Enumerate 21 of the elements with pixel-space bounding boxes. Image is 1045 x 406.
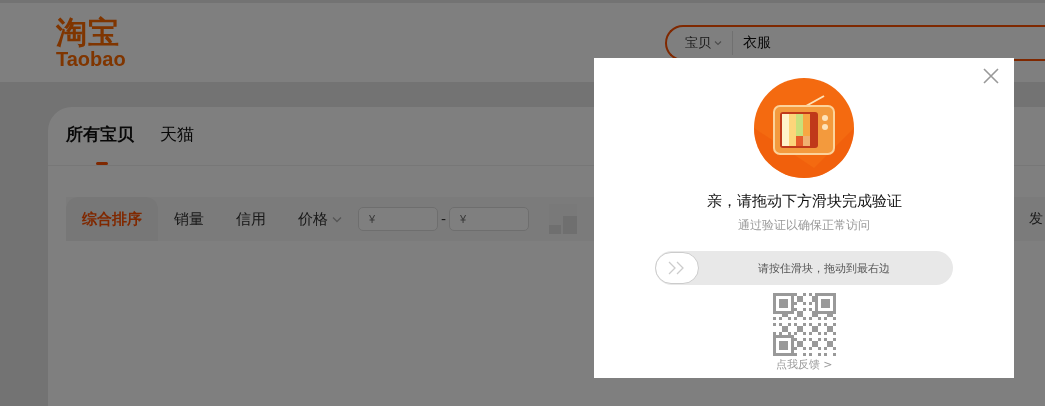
dialog-subtitle: 通过验证以确保正常访问 <box>738 217 870 234</box>
price-separator: - <box>441 211 447 227</box>
close-icon[interactable] <box>983 68 999 84</box>
tab[interactable]: 天猫 <box>160 123 194 165</box>
dialog-title: 亲，请拖动下方滑块完成验证 <box>706 192 902 211</box>
slider-handle[interactable] <box>655 252 699 284</box>
feedback-link[interactable]: 点我反馈 > <box>775 357 833 372</box>
caret-icon <box>714 40 722 46</box>
qr-code <box>772 293 836 356</box>
search-query: 衣服 <box>742 34 771 52</box>
category-select[interactable]: 宝贝 <box>667 31 733 55</box>
filter-label: 发 <box>1029 210 1043 228</box>
slider-hint: 请按住滑块，拖动到最右边 <box>757 260 890 276</box>
tv-icon <box>754 78 854 178</box>
sort-option[interactable]: 信用 <box>220 197 282 241</box>
sort-option[interactable]: 销量 <box>158 197 220 241</box>
max-price-field[interactable]: ¥ <box>449 207 530 231</box>
sort-option[interactable]: 价格 <box>282 197 358 241</box>
taobao-logo[interactable]: 淘宝 Taobao <box>56 15 126 69</box>
min-price-field[interactable]: ¥ <box>358 207 438 231</box>
tab[interactable]: 所有宝贝 <box>66 123 134 165</box>
